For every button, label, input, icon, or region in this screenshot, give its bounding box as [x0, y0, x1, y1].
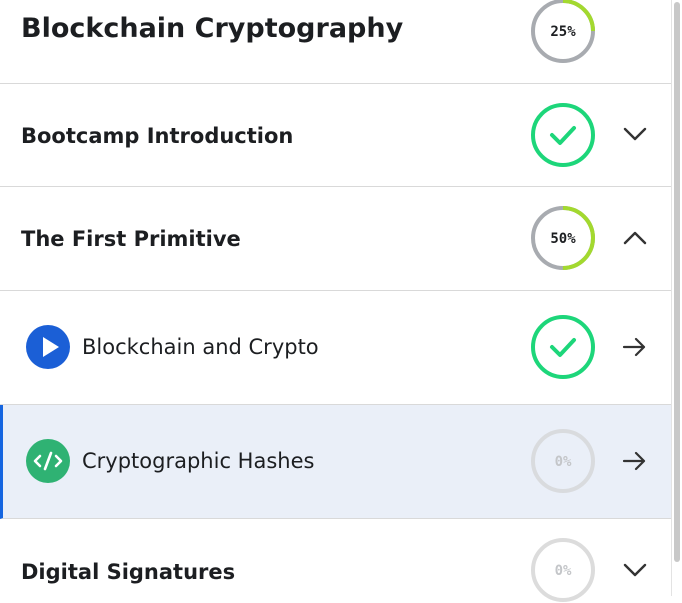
- lesson-cryptographic-hashes[interactable]: Cryptographic Hashes 0%: [0, 405, 671, 519]
- section-progress-ring: 0%: [531, 538, 595, 602]
- course-title: Blockchain Cryptography: [21, 13, 404, 44]
- play-icon: [26, 325, 70, 369]
- section-progress-ring: 50%: [531, 206, 595, 270]
- code-icon: [26, 439, 70, 483]
- lesson-blockchain-and-crypto[interactable]: Blockchain and Crypto: [0, 291, 671, 405]
- section-bootcamp-introduction[interactable]: Bootcamp Introduction: [0, 84, 671, 187]
- check-icon: [550, 338, 576, 357]
- lesson-complete-ring: [531, 315, 595, 379]
- chevron-down-icon[interactable]: [622, 124, 648, 144]
- chevron-up-icon[interactable]: [622, 228, 648, 248]
- section-digital-signatures[interactable]: Digital Signatures 0%: [0, 519, 671, 602]
- section-the-first-primitive[interactable]: The First Primitive 50%: [0, 187, 671, 291]
- scrollbar-thumb[interactable]: [674, 2, 680, 562]
- lesson-title: Blockchain and Crypto: [82, 335, 319, 359]
- scrollbar[interactable]: [671, 0, 682, 596]
- arrow-right-icon[interactable]: [622, 336, 648, 358]
- chevron-down-icon[interactable]: [622, 560, 648, 580]
- section-progress-label: 0%: [555, 563, 572, 579]
- check-icon: [550, 126, 576, 145]
- course-header: Blockchain Cryptography 25%: [0, 0, 671, 84]
- section-complete-ring: [531, 103, 595, 167]
- section-title: Bootcamp Introduction: [21, 124, 294, 148]
- course-progress-ring: 25%: [531, 0, 595, 63]
- section-title: Digital Signatures: [21, 560, 236, 584]
- section-title: The First Primitive: [21, 227, 241, 251]
- lesson-progress-ring: 0%: [531, 429, 595, 493]
- lesson-progress-label: 0%: [555, 454, 572, 470]
- arrow-right-icon[interactable]: [622, 450, 648, 472]
- lesson-title: Cryptographic Hashes: [82, 449, 315, 473]
- section-progress-label: 50%: [550, 231, 576, 247]
- course-outline-panel: Blockchain Cryptography 25% Bootcamp Int…: [0, 0, 671, 602]
- course-progress-label: 25%: [550, 24, 576, 40]
